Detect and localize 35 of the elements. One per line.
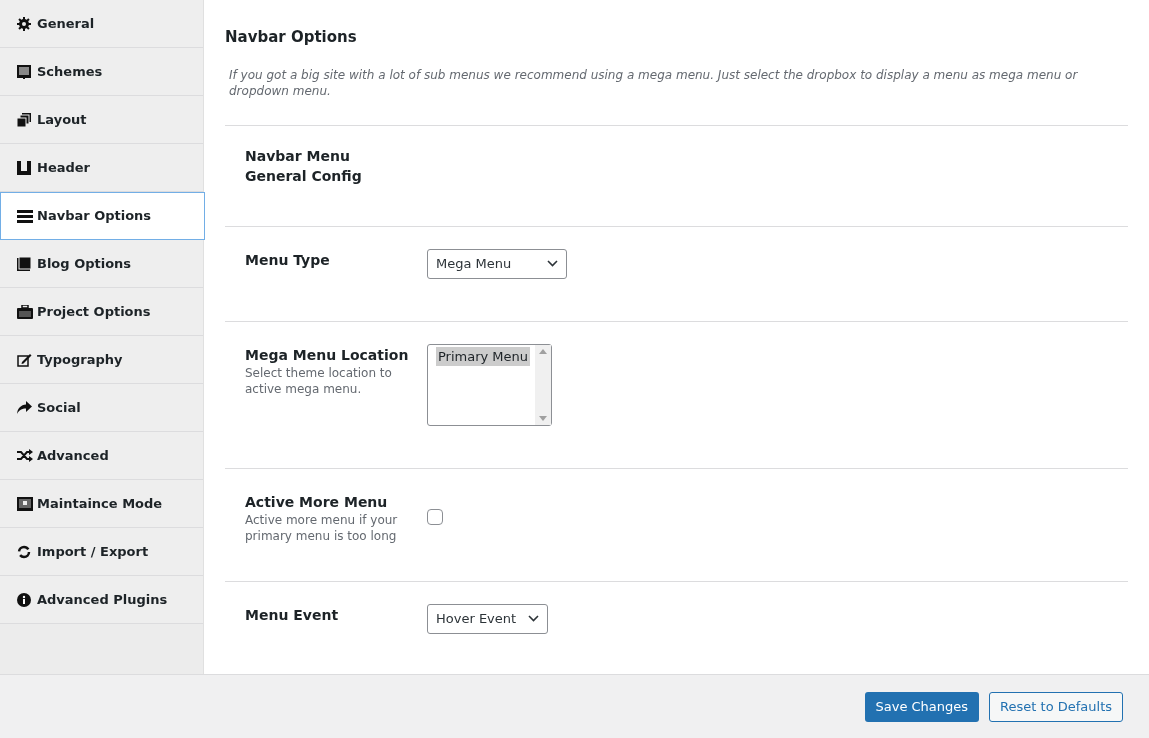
field-label: Navbar Menu General Config — [245, 146, 363, 186]
briefcase-icon — [17, 304, 33, 319]
section-description: If you got a big site with a lot of sub menus we recommend using a mega menu. Just select the dropbox to display a menu as mega menu or dropdown menu. — [225, 66, 1128, 126]
share-arrow-icon — [17, 401, 32, 414]
list-box[interactable]: Primary Menu — [427, 343, 552, 426]
reset-button[interactable]: Reset to Defaults — [989, 691, 1123, 722]
lock-screen-icon — [17, 496, 33, 511]
stacked-squares-icon — [17, 112, 31, 127]
dropdown[interactable]: Mega Menu — [427, 248, 567, 279]
header-block-icon — [17, 160, 31, 175]
menu-icon — [17, 209, 33, 223]
monitor-icon — [17, 64, 31, 79]
field-description: Active more menu if your primary menu is too long — [245, 511, 399, 544]
chevron-down-icon — [547, 260, 558, 267]
gear-icon — [17, 16, 31, 31]
book-icon — [17, 256, 31, 271]
checkbox[interactable] — [427, 508, 443, 525]
refresh-icon — [17, 544, 31, 559]
chevron-down-icon — [528, 615, 540, 622]
field-label: Menu Type — [245, 250, 331, 270]
shuffle-icon — [17, 449, 33, 462]
scroll-down-icon — [539, 415, 547, 421]
dropdown[interactable]: Hover Event — [427, 603, 549, 634]
field-label: Menu Event — [245, 605, 340, 625]
field-description: Select theme location to active mega menu. — [245, 364, 393, 397]
field-label: Mega Menu Location — [245, 345, 410, 365]
info-icon — [17, 592, 31, 607]
sidebar-item[interactable]: Navbar Options — [0, 192, 205, 240]
list-option[interactable]: Primary Menu — [436, 346, 531, 366]
save-button[interactable]: Save Changes — [864, 691, 980, 722]
section-title: Navbar Options — [225, 27, 358, 48]
edit-icon — [17, 352, 32, 367]
scrollbar[interactable] — [535, 344, 551, 425]
field-label: Active More Menu — [245, 492, 389, 512]
scroll-up-icon — [539, 348, 547, 354]
